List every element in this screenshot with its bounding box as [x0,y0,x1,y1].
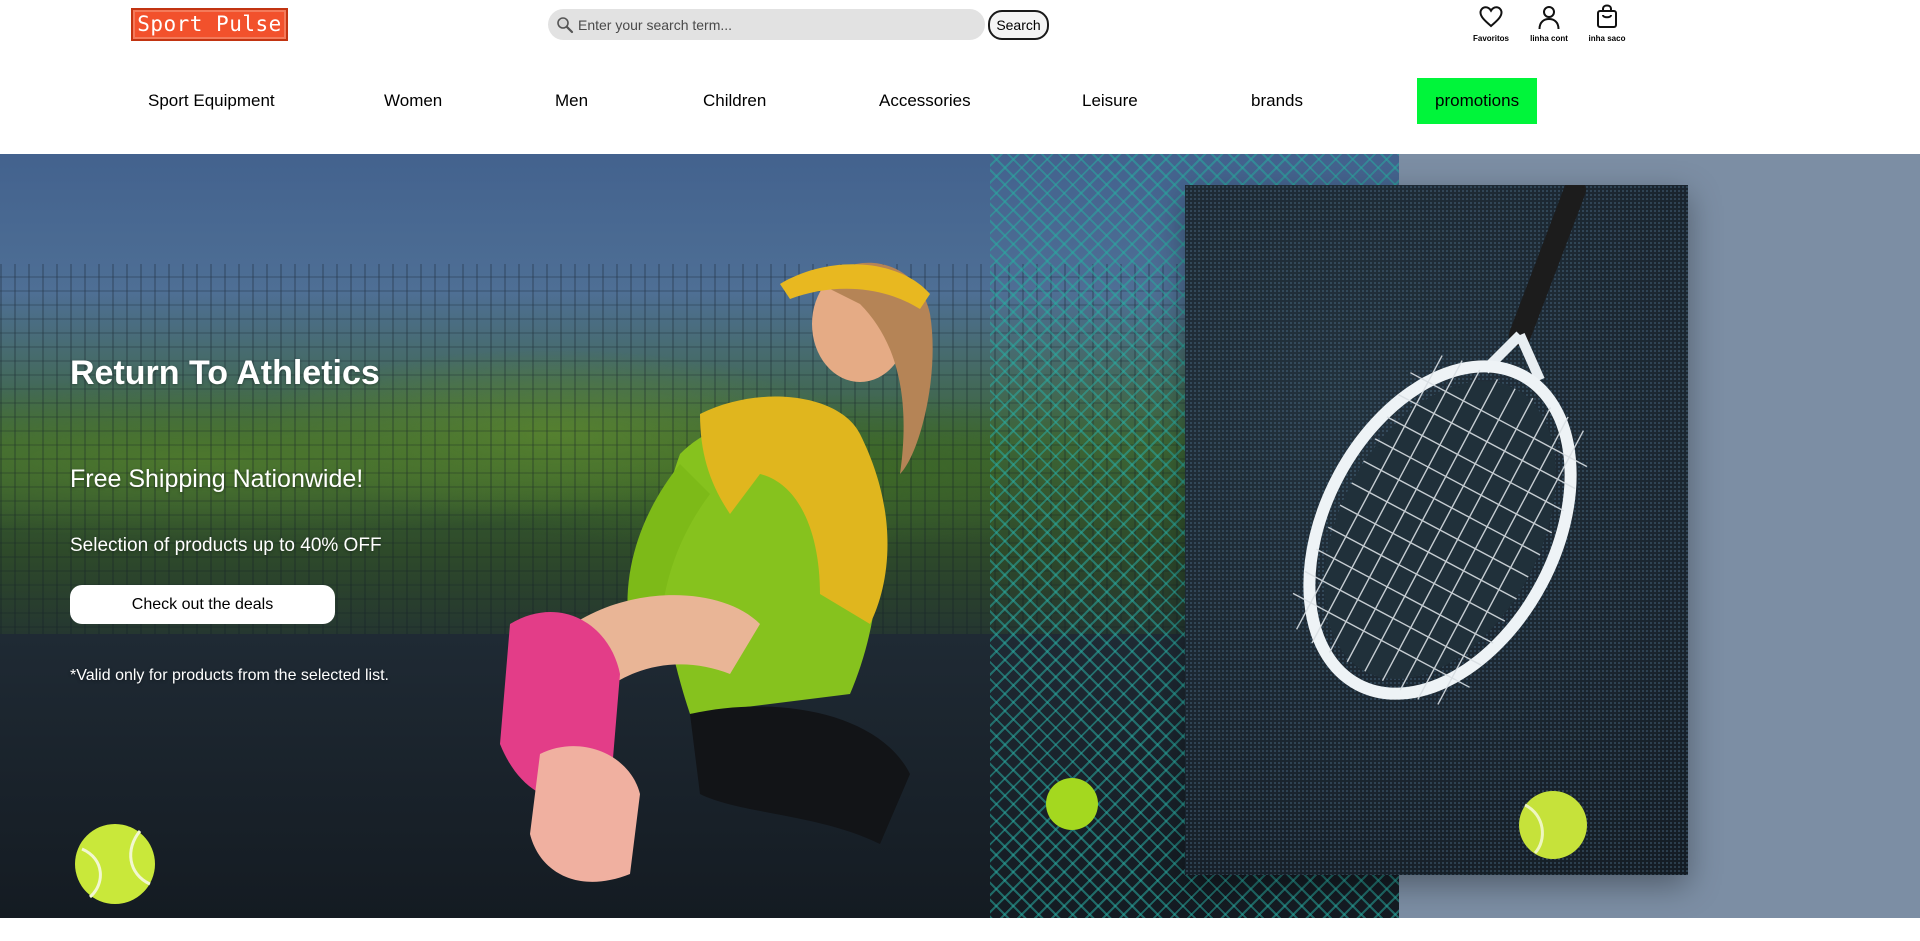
logo[interactable]: Sport Pulse [131,8,288,41]
nav-item-brands[interactable]: brands [1251,78,1303,124]
nav-item-children[interactable]: Children [703,78,766,124]
search-bar [548,9,985,40]
hero-subtitle: Free Shipping Nationwide! [70,465,364,493]
athlete-illustration [500,262,1098,882]
nav-item-sport-equipment[interactable]: Sport Equipment [148,78,275,124]
favorites-link[interactable]: Favoritos [1461,3,1521,43]
tennis-ball-icon [75,824,155,904]
bag-link[interactable]: inha saco [1577,3,1637,43]
racket-product-image [1185,185,1688,875]
search-icon [556,16,574,34]
account-link[interactable]: linha cont [1519,3,1579,43]
nav-item-women[interactable]: Women [384,78,442,124]
search-button[interactable]: Search [988,10,1049,40]
nav-item-accessories[interactable]: Accessories [879,78,971,124]
account-label: linha cont [1530,34,1568,43]
check-deals-button[interactable]: Check out the deals [70,585,335,624]
site-header: Sport Pulse Search Favoritos linha cont [0,0,1920,52]
nav-item-leisure[interactable]: Leisure [1082,78,1138,124]
shopping-bag-icon [1577,3,1637,31]
hero-disclaimer: *Valid only for products from the select… [70,667,389,684]
search-input[interactable] [548,9,985,40]
user-icon [1519,3,1579,31]
favorites-label: Favoritos [1472,34,1509,43]
nav-item-men[interactable]: Men [555,78,588,124]
hero-banner: Return To Athletics Free Shipping Nation… [0,154,1920,918]
hero-offer-text: Selection of products up to 40% OFF [70,535,382,556]
main-nav: Sport Equipment Women Men Children Acces… [0,78,1920,126]
bag-label: inha saco [1588,34,1626,43]
hero-title: Return To Athletics [70,354,380,392]
nav-item-promotions[interactable]: promotions [1417,78,1538,124]
heart-icon [1461,3,1521,31]
